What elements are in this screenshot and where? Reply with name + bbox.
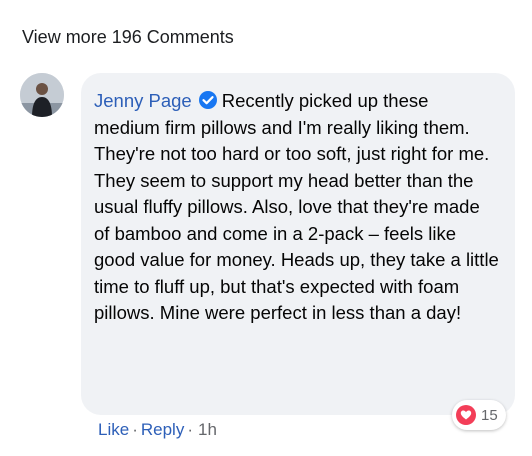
reply-button[interactable]: Reply [141, 420, 184, 439]
comment-text: Recently picked up these medium firm pil… [94, 90, 499, 323]
reaction-summary[interactable]: 15 [452, 400, 506, 430]
avatar-photo [20, 73, 64, 117]
heart-icon [456, 405, 476, 425]
separator-dot: · [187, 420, 193, 439]
comment-timestamp[interactable]: 1h [198, 420, 217, 439]
avatar[interactable] [20, 73, 64, 117]
separator-dot: · [132, 420, 138, 439]
comment-actions: Like · Reply · 1h [98, 420, 217, 440]
like-button[interactable]: Like [98, 420, 129, 439]
reaction-count: 15 [481, 406, 498, 424]
verified-badge-icon [198, 91, 217, 109]
comment-author[interactable]: Jenny Page [94, 90, 192, 111]
comment-bubble: Jenny Page Recently picked up these mediu… [81, 73, 515, 415]
view-more-comments-link[interactable]: View more 196 Comments [22, 27, 234, 48]
